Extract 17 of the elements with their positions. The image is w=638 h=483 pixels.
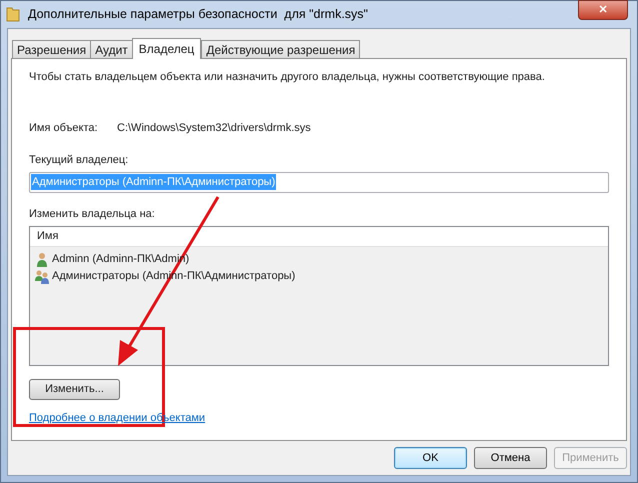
column-header[interactable]: Имя [30, 227, 608, 247]
dialog-button[interactable]: OK [394, 447, 467, 469]
object-label: Имя объекта: [29, 120, 99, 136]
change-button[interactable]: Изменить... [29, 379, 120, 400]
dialog-button[interactable]: Отмена [474, 447, 547, 469]
tab[interactable]: Разрешения [12, 40, 92, 58]
tab[interactable]: Аудит [90, 40, 133, 58]
object-path: C:\Windows\System32\drivers\drmk.sys [117, 120, 311, 136]
description-text: Чтобы стать владельцем объекта или назначить другого владельца, нужны соответствующие права. [29, 70, 546, 85]
window-title: Дополнительные параметры безопасности для "drmk.sys" [28, 6, 368, 23]
current-owner-label: Текущий владелец: [29, 153, 130, 168]
folder-icon [6, 6, 20, 22]
tab[interactable]: Действующие разрешения [201, 40, 360, 58]
user-icon [34, 252, 50, 268]
tab[interactable]: Владелец [132, 38, 202, 59]
change-owner-label: Изменить владельца на: [29, 206, 156, 222]
user-group-icon [34, 268, 50, 284]
